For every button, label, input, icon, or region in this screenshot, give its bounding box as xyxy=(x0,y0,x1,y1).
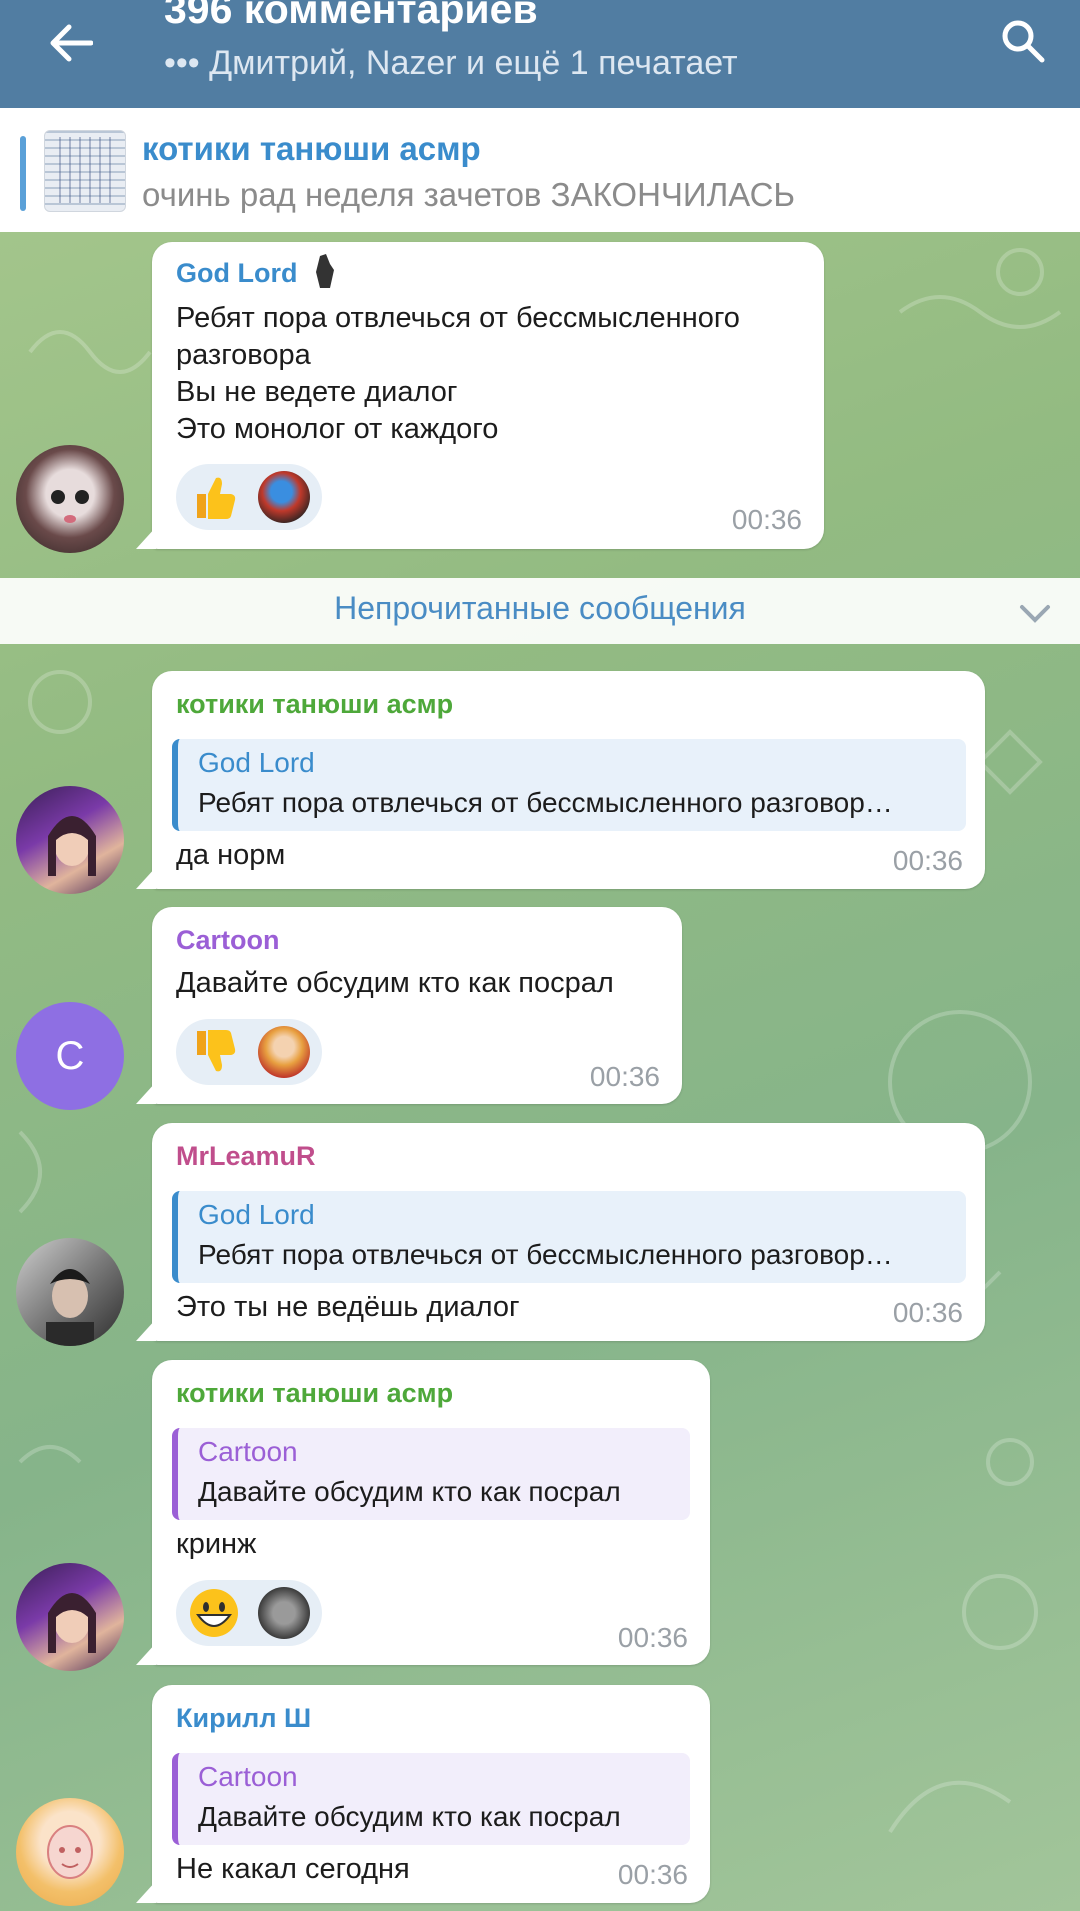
reply-quote[interactable]: Cartoon Давайте обсудим кто как посрал xyxy=(172,1428,690,1520)
reply-text: Давайте обсудим кто как посрал xyxy=(198,1801,621,1832)
pinned-indicator xyxy=(20,136,26,211)
reactor-avatar xyxy=(258,1026,310,1078)
author-status-icon xyxy=(316,254,334,288)
unread-divider: Непрочитанные сообщения xyxy=(0,578,1080,644)
message-time: 00:36 xyxy=(617,1859,688,1890)
reply-quote[interactable]: God Lord Ребят пора отвлечься от бессмыс… xyxy=(172,739,966,831)
message-author: котики танюши асмр xyxy=(176,689,454,719)
message-text-line: разговора xyxy=(176,339,311,371)
message-bubble[interactable]: котики танюши асмр Cartoon Давайте обсуд… xyxy=(152,1360,710,1665)
chevron-down-icon[interactable] xyxy=(1018,596,1052,630)
reply-author: Cartoon xyxy=(198,1761,298,1792)
message-bubble[interactable]: Cartoon Давайте обсудим кто как посрал 0… xyxy=(152,907,682,1104)
message-author: Cartoon xyxy=(176,925,280,955)
girl-avatar-icon xyxy=(48,816,96,876)
reply-author: God Lord xyxy=(198,1199,315,1230)
reply-author: Cartoon xyxy=(198,1436,298,1467)
message-text-line: Это монолог от каждого xyxy=(176,413,499,445)
reply-quote[interactable]: Cartoon Давайте обсудим кто как посрал xyxy=(172,1753,690,1845)
message-bubble[interactable]: Кирилл Ш Cartoon Давайте обсудим кто как… xyxy=(152,1685,710,1903)
message-bubble[interactable]: MrLeamuR God Lord Ребят пора отвлечься о… xyxy=(152,1123,985,1341)
chat-header: 396 комментариев ••• Дмитрий, Nazer и ещ… xyxy=(0,0,1080,108)
reaction-chip[interactable] xyxy=(176,1580,322,1646)
cat-avatar-icon xyxy=(51,490,89,523)
message-author: котики танюши асмр xyxy=(176,1378,454,1408)
reply-text: Давайте обсудим кто как посрал xyxy=(198,1476,621,1507)
message-time: 00:36 xyxy=(617,1622,688,1653)
avatar[interactable] xyxy=(16,786,124,894)
pinned-message[interactable]: котики танюши асмр очинь рад неделя заче… xyxy=(0,108,1080,232)
reactor-avatar xyxy=(258,471,310,523)
typing-status: ••• Дмитрий, Nazer и ещё 1 печатает xyxy=(164,44,738,82)
message-text-line: Вы не ведете диалог xyxy=(176,376,458,408)
pinned-title: котики танюши асмр xyxy=(142,130,481,167)
back-button[interactable] xyxy=(36,8,106,78)
message-text-line: Ребят пора отвлечься от бессмысленного xyxy=(176,302,740,334)
reply-text: Ребят пора отвлечься от бессмысленного р… xyxy=(198,1239,893,1270)
avatar[interactable]: C xyxy=(16,1002,124,1110)
girl-avatar-icon xyxy=(48,1593,96,1653)
reply-quote[interactable]: God Lord Ребят пора отвлечься от бессмыс… xyxy=(172,1191,966,1283)
message-text: да норм xyxy=(176,839,286,871)
avatar[interactable] xyxy=(16,445,124,553)
avatar-letter: C xyxy=(55,1033,85,1078)
message-author: Кирилл Ш xyxy=(176,1703,312,1733)
drawn-girl-avatar-icon xyxy=(47,1825,93,1879)
message-time: 00:36 xyxy=(589,1061,660,1092)
unread-label: Непрочитанные сообщения xyxy=(334,590,746,626)
message-bubble[interactable]: God Lord Ребят пора отвлечься от бессмыс… xyxy=(152,242,824,549)
search-button[interactable] xyxy=(988,6,1058,76)
reaction-chip[interactable] xyxy=(176,464,322,530)
message-text: Это ты не ведёшь диалог xyxy=(176,1291,520,1323)
avatar[interactable] xyxy=(16,1798,124,1906)
message-text: кринж xyxy=(176,1528,257,1560)
reaction-chip[interactable] xyxy=(176,1019,322,1085)
reply-text: Ребят пора отвлечься от бессмысленного р… xyxy=(198,787,893,818)
reactor-avatar xyxy=(258,1587,310,1639)
message-time: 00:36 xyxy=(892,1297,963,1328)
back-arrow-icon xyxy=(50,24,93,62)
message-author: MrLeamuR xyxy=(176,1141,316,1171)
pinned-text: очинь рад неделя зачетов ЗАКОНЧИЛАСЬ xyxy=(142,176,796,213)
page-title: 396 комментариев xyxy=(164,0,538,32)
message-bubble[interactable]: котики танюши асмр God Lord Ребят пора о… xyxy=(152,671,985,889)
message-time: 00:36 xyxy=(892,845,963,876)
message-time: 00:36 xyxy=(731,504,802,535)
thumbs-up-icon xyxy=(188,471,240,523)
grinning-face-icon xyxy=(188,1587,240,1639)
pinned-thumbnail xyxy=(44,130,126,212)
reply-author: God Lord xyxy=(198,747,315,778)
avatar[interactable] xyxy=(16,1563,124,1671)
person-avatar-icon xyxy=(46,1269,94,1346)
message-text: Не какал сегодня xyxy=(176,1853,410,1885)
thumbs-down-icon xyxy=(188,1026,240,1078)
avatar[interactable] xyxy=(16,1238,124,1346)
message-author: God Lord xyxy=(176,258,298,288)
message-text: Давайте обсудим кто как посрал xyxy=(176,967,614,999)
search-icon xyxy=(1002,20,1045,63)
